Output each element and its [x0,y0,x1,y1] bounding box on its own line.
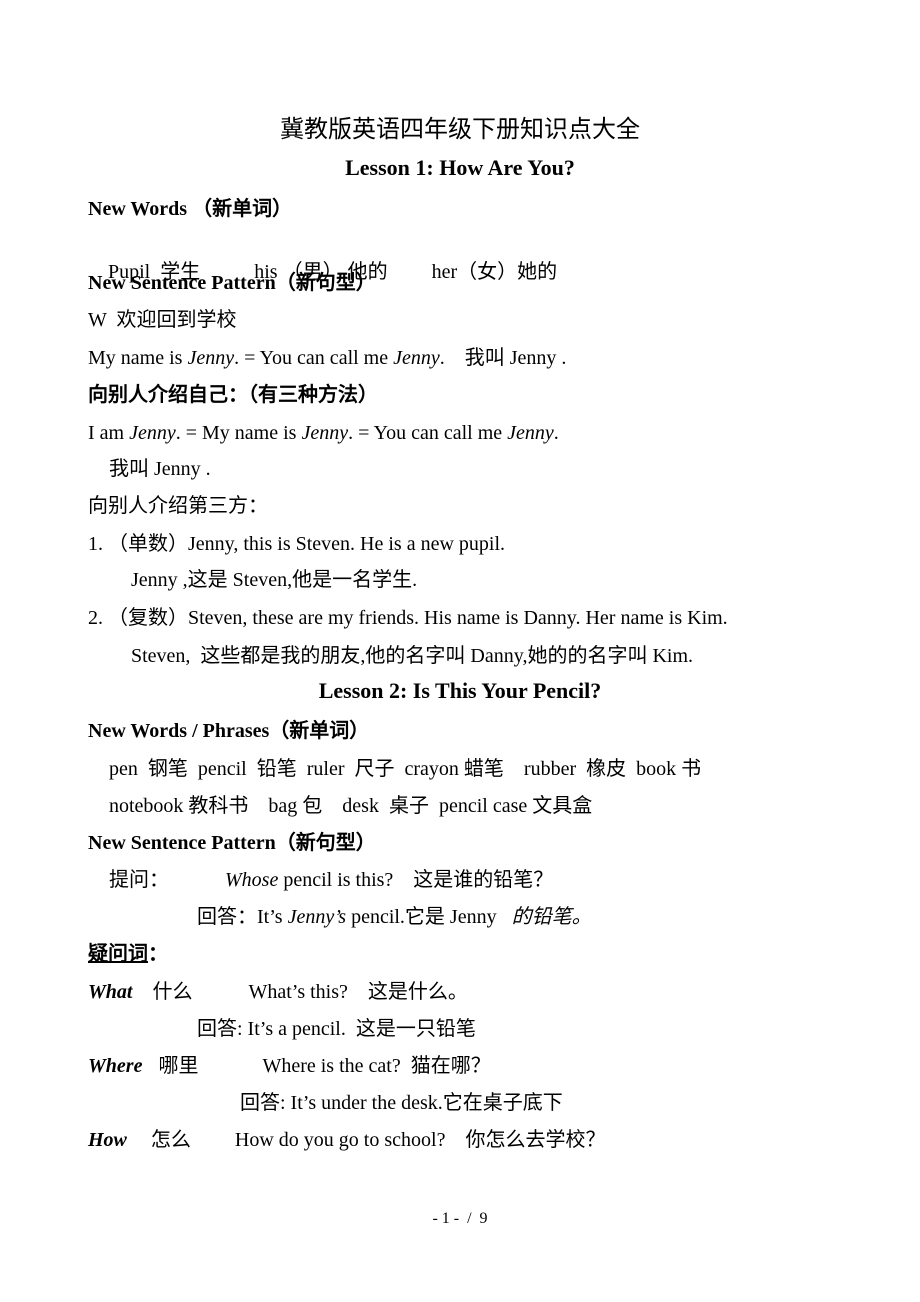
lesson-2-heading: Lesson 2: Is This Your Pencil? [318,678,602,703]
i-am-line: I am Jenny. = My name is Jenny. = You ca… [88,420,559,446]
name-italic: Jenny [393,347,440,369]
new-words-phrases-label: New Words / Phrases（新单词） [88,720,370,742]
question-label: 提问： [109,869,169,891]
my-name-line: My name is Jenny. = You can call me Jenn… [88,345,566,371]
page-indicator: - 1 - / 9 [432,1210,488,1227]
example-singular: 1. （单数）Jenny, this is Steven. He is a ne… [88,533,506,555]
what-answer: 回答: It’s a pencil. 这是一只铅笔 [197,1018,476,1040]
i-am-translation: 我叫 Jenny . [109,458,211,480]
text-segment: I am [88,422,130,444]
what-meaning: 什么 [152,981,193,1003]
question-text: pencil is this? 这是谁的铅笔？ [278,869,554,891]
welcome-line: W 欢迎回到学校 [88,309,237,331]
text-segment: . [553,422,559,444]
text-segment: . = My name is [175,422,302,444]
what-line: What 什么 What’s this? 这是什么。 [88,979,468,1005]
vocab-her: her（女）她的 [431,261,558,283]
name-italic: Jenny [507,422,554,444]
vocab-line-2: notebook 教科书 bag 包 desk 桌子 pencil case 文… [109,795,593,817]
where-answer: 回答: It’s under the desk.它在桌子底下 [240,1092,563,1114]
example-singular-translation: Jenny ,这是 Steven,他是一名学生. [131,569,418,591]
document-title: 冀教版英语四年级下册知识点大全 [280,117,640,143]
name-italic: Jenny [301,422,349,444]
where-meaning: 哪里 [158,1055,199,1077]
sentence-pattern-label-2: New Sentence Pattern（新句型） [88,832,376,854]
name-italic: Jenny [187,347,235,369]
vocab-line-1: pen 钢笔 pencil 铅笔 ruler 尺子 crayon 蜡笔 rubb… [109,758,702,780]
how-meaning: 怎么 [150,1129,191,1151]
text-segment: . = You can call me [348,422,508,444]
answer-tail-italic: 的铅笔。 [511,906,592,928]
whose-italic: Whose [225,869,279,891]
where-line: Where 哪里 Where is the cat? 猫在哪？ [88,1053,491,1079]
where-example: Where is the cat? 猫在哪？ [262,1055,491,1077]
new-words-label: New Words （新单词） [88,198,293,220]
intro-self-label: 向别人介绍自己：（有三种方法） [88,384,378,406]
text-segment: . = You can call me [234,347,394,369]
question-words-heading: 疑问词： [88,941,168,967]
where-word: Where [88,1055,143,1077]
how-example: How do you go to school? 你怎么去学校？ [234,1129,606,1151]
what-word: What [88,981,133,1003]
text-segment: My name is [88,347,188,369]
question-words-label: 疑问词 [88,943,148,965]
how-word: How [88,1129,127,1151]
intro-third-label: 向别人介绍第三方： [88,495,268,517]
question-line: 提问： Whose pencil is this? 这是谁的铅笔？ [109,867,553,893]
jennys-italic: Jenny’s [287,906,347,928]
colon: ： [148,943,168,965]
what-example: What’s this? 这是什么。 [248,981,468,1003]
name-italic: Jenny [129,422,176,444]
text-segment: . 我叫 Jenny . [439,347,567,369]
example-plural-translation: Steven, 这些都是我的朋友,他的名字叫 Danny,她的的名字叫 Kim. [131,645,694,667]
how-line: How 怎么 How do you go to school? 你怎么去学校？ [88,1127,605,1153]
example-plural: 2. （复数）Steven, these are my friends. His… [88,607,728,629]
answer-label: 回答：It’s [197,906,288,928]
lesson-1-heading: Lesson 1: How Are You? [345,155,575,180]
answer-text: pencil.它是 Jenny [346,906,512,928]
answer-line: 回答：It’s Jenny’s pencil.它是 Jenny 的铅笔。 [197,904,592,930]
sentence-pattern-label: New Sentence Pattern（新句型） [88,272,376,294]
